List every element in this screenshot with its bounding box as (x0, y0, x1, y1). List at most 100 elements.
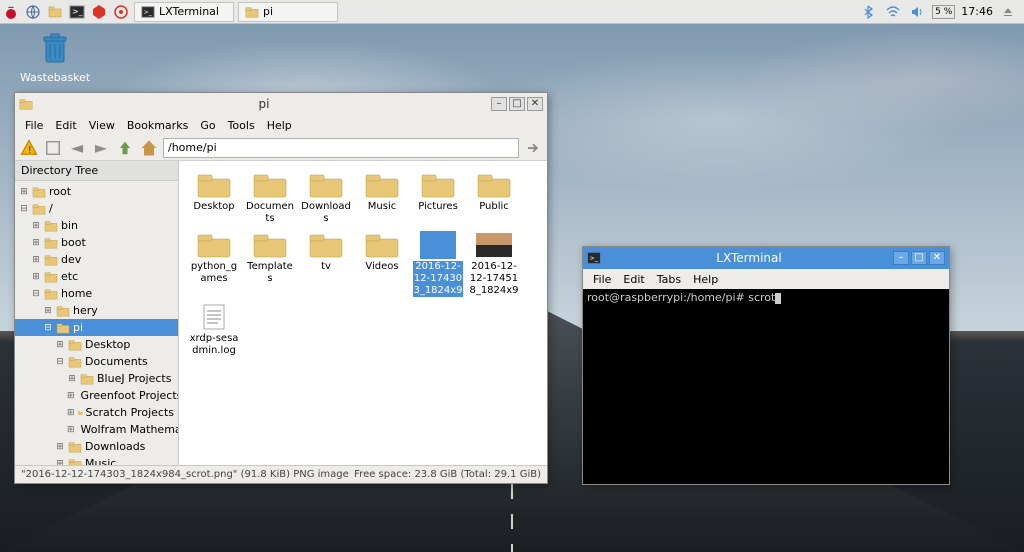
tree-item[interactable]: ⊞hery (15, 302, 178, 319)
cursor (775, 293, 781, 304)
terminal-body[interactable]: root@raspberrypi:/home/pi# scrot (583, 289, 949, 484)
file-label: tv (301, 261, 351, 273)
fm-content[interactable]: DesktopDocumentsDownloadsMusicPicturesPu… (179, 161, 547, 465)
menu-edit[interactable]: Edit (49, 117, 82, 134)
file-item[interactable]: Templates (243, 229, 297, 299)
tree-item[interactable]: ⊞Music (15, 455, 178, 465)
svg-text:!: ! (28, 145, 32, 156)
term-menubar: FileEditTabsHelp (583, 269, 949, 289)
tree-item[interactable]: ⊞bin (15, 217, 178, 234)
tree-item[interactable]: ⊞Downloads (15, 438, 178, 455)
tree-item[interactable]: ⊞Greenfoot Projects (15, 387, 178, 404)
bluetooth-icon[interactable] (860, 3, 878, 21)
file-item[interactable]: Downloads (299, 169, 353, 227)
tree-item[interactable]: ⊞root (15, 183, 178, 200)
browser-icon[interactable] (24, 3, 42, 21)
tree-item[interactable]: ⊞dev (15, 251, 178, 268)
folder-icon (252, 171, 288, 199)
file-item[interactable]: tv (299, 229, 353, 299)
file-item[interactable]: Desktop (187, 169, 241, 227)
image-thumbnail (476, 231, 512, 259)
task-button[interactable]: >_LXTerminal (134, 2, 234, 22)
volume-icon[interactable] (908, 3, 926, 21)
file-item[interactable]: Pictures (411, 169, 465, 227)
eject-icon[interactable] (999, 3, 1017, 21)
file-label: Templates (245, 261, 295, 285)
go-button[interactable] (523, 138, 543, 158)
folder-icon (252, 231, 288, 259)
folder-icon (308, 231, 344, 259)
maximize-button[interactable]: □ (911, 251, 927, 265)
menu-tabs[interactable]: Tabs (651, 271, 687, 288)
menu-tools[interactable]: Tools (222, 117, 261, 134)
forward-button[interactable]: ► (91, 138, 111, 158)
tree-item[interactable]: ⊞BlueJ Projects (15, 370, 178, 387)
minimize-button[interactable]: – (893, 251, 909, 265)
menu-help[interactable]: Help (261, 117, 298, 134)
tree-item[interactable]: ⊟home (15, 285, 178, 302)
wifi-icon[interactable] (884, 3, 902, 21)
tree-item[interactable]: ⊞Wolfram Mathematica (15, 421, 178, 438)
menu-file[interactable]: File (19, 117, 49, 134)
terminal-icon[interactable]: >_ (68, 3, 86, 21)
tree-item[interactable]: ⊟pi (15, 319, 178, 336)
file-item[interactable]: Music (355, 169, 409, 227)
command: scrot (748, 291, 775, 304)
term-titlebar[interactable]: >_ LXTerminal – □ ✕ (583, 247, 949, 269)
folder-icon (476, 171, 512, 199)
taskbar: >_ >_LXTerminalpi 5 % 17:46 (0, 0, 1024, 24)
sidebar-header: Directory Tree (15, 161, 178, 181)
tree-item[interactable]: ⊟Documents (15, 353, 178, 370)
file-item[interactable]: Videos (355, 229, 409, 299)
tree-item[interactable]: ⊞Scratch Projects (15, 404, 178, 421)
folder-icon (196, 171, 232, 199)
image-thumbnail (420, 231, 456, 259)
wolfram-icon[interactable] (112, 3, 130, 21)
close-button[interactable]: ✕ (527, 97, 543, 111)
wastebasket[interactable]: Wastebasket (20, 30, 90, 84)
new-tab-button[interactable] (43, 138, 63, 158)
menu-help[interactable]: Help (687, 271, 724, 288)
back-button[interactable]: ◄ (67, 138, 87, 158)
mathematica-icon[interactable] (90, 3, 108, 21)
address-bar[interactable]: /home/pi (163, 138, 519, 158)
clock[interactable]: 17:46 (961, 5, 993, 18)
file-item[interactable]: Documents (243, 169, 297, 227)
fm-menubar: FileEditViewBookmarksGoToolsHelp (15, 115, 547, 135)
menu-raspberry-icon[interactable] (2, 3, 20, 21)
tree-item[interactable]: ⊞Desktop (15, 336, 178, 353)
file-label: Videos (357, 261, 407, 273)
menu-go[interactable]: Go (194, 117, 221, 134)
text-file-icon (196, 303, 232, 331)
tree-item[interactable]: ⊞boot (15, 234, 178, 251)
file-label: python_games (189, 261, 239, 285)
home-button[interactable] (139, 138, 159, 158)
file-item[interactable]: python_games (187, 229, 241, 299)
terminal-icon: >_ (587, 251, 601, 265)
file-item[interactable]: xrdp-sesadmin.log (187, 301, 241, 359)
tree-item[interactable]: ⊟/ (15, 200, 178, 217)
filemanager-icon[interactable] (46, 3, 64, 21)
file-item[interactable]: Public (467, 169, 521, 227)
menu-view[interactable]: View (83, 117, 121, 134)
tree-item[interactable]: ⊞etc (15, 268, 178, 285)
fm-sidebar: Directory Tree ⊞root⊟/⊞bin⊞boot⊞dev⊞etc⊟… (15, 161, 179, 465)
svg-text:>_: >_ (144, 8, 153, 15)
file-item[interactable]: 2016-12-12-174518_1824x984_scr... (467, 229, 521, 299)
menu-edit[interactable]: Edit (617, 271, 650, 288)
warning-icon[interactable]: ! (19, 138, 39, 158)
menu-file[interactable]: File (587, 271, 617, 288)
directory-tree: ⊞root⊟/⊞bin⊞boot⊞dev⊞etc⊟home⊞hery⊟pi⊞De… (15, 181, 178, 465)
maximize-button[interactable]: □ (509, 97, 525, 111)
fm-titlebar[interactable]: pi – □ ✕ (15, 93, 547, 115)
up-button[interactable] (115, 138, 135, 158)
minimize-button[interactable]: – (491, 97, 507, 111)
file-label: xrdp-sesadmin.log (189, 333, 239, 357)
menu-bookmarks[interactable]: Bookmarks (121, 117, 194, 134)
task-button[interactable]: pi (238, 2, 338, 22)
folder-icon (196, 231, 232, 259)
close-button[interactable]: ✕ (929, 251, 945, 265)
battery-indicator[interactable]: 5 % (932, 5, 955, 19)
svg-text:>_: >_ (72, 7, 84, 16)
file-item[interactable]: 2016-12-12-174303_1824x984_scr... (411, 229, 465, 299)
